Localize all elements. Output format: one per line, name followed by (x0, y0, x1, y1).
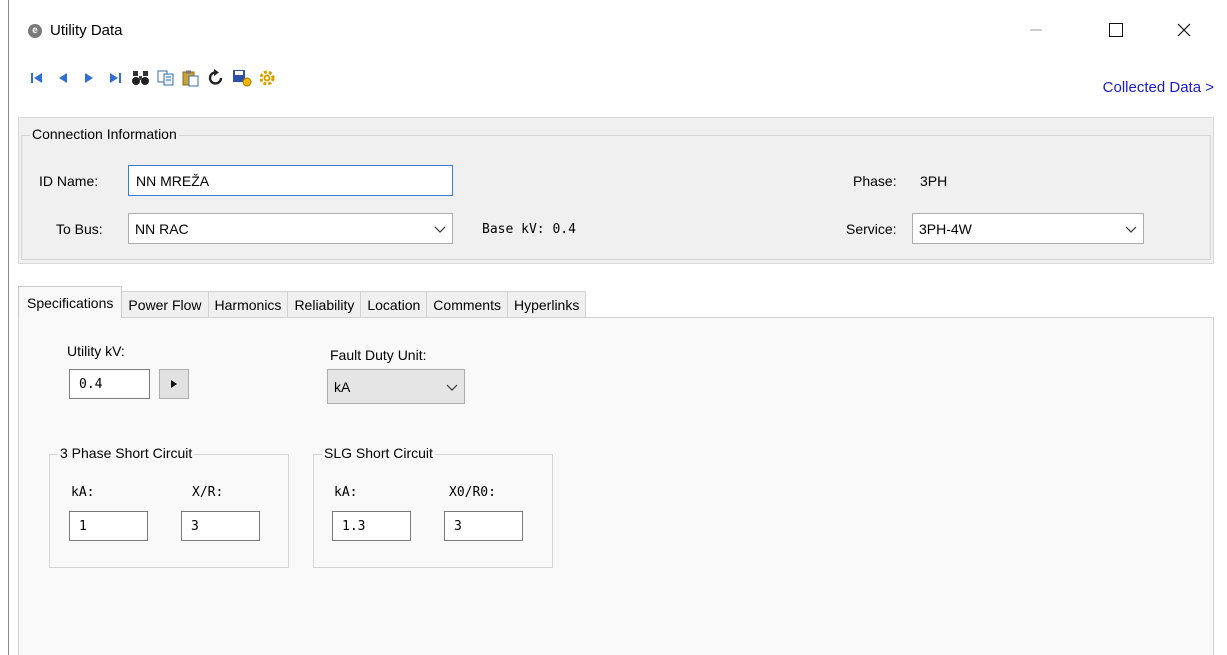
chevron-down-icon (446, 384, 458, 391)
utility-kv-arrow-button[interactable] (159, 369, 189, 399)
slg-x0r0-label: X0/R0: (449, 485, 496, 500)
utility-kv-input[interactable]: 0.4 (69, 369, 150, 399)
tab-harmonics[interactable]: Harmonics (207, 291, 289, 318)
service-label: Service: (846, 221, 897, 237)
tab-reliability[interactable]: Reliability (287, 291, 362, 318)
maximize-icon (1109, 23, 1123, 37)
first-record-button[interactable] (28, 66, 46, 90)
chevron-down-icon (1125, 226, 1137, 233)
connection-legend: Connection Information (30, 126, 179, 142)
tab-comments[interactable]: Comments (426, 291, 508, 318)
phase-value: 3PH (920, 173, 948, 189)
copy-button[interactable] (155, 66, 177, 90)
three-phase-xr-input[interactable]: 3 (181, 511, 260, 541)
paste-button[interactable] (180, 66, 202, 90)
undo-icon (208, 69, 223, 85)
close-icon (1177, 23, 1191, 37)
paste-icon (182, 70, 199, 86)
collected-data-link[interactable]: Collected Data > (1103, 79, 1214, 96)
tab-specifications[interactable]: Specifications (18, 286, 123, 318)
first-record-icon (31, 73, 42, 83)
three-phase-sc-legend: 3 Phase Short Circuit (58, 445, 195, 461)
previous-record-icon (59, 73, 67, 83)
tab-location[interactable]: Location (360, 291, 428, 318)
fault-duty-unit-select[interactable]: kA (327, 369, 465, 404)
tab-hyperlinks[interactable]: Hyperlinks (506, 291, 587, 318)
to-bus-select[interactable]: NN RAC (128, 213, 453, 244)
find-button[interactable] (130, 66, 152, 90)
maximize-button[interactable] (1096, 12, 1136, 48)
previous-record-button[interactable] (54, 66, 72, 90)
minimize-button[interactable] (1016, 12, 1056, 48)
close-button[interactable] (1164, 12, 1204, 48)
undo-button[interactable] (205, 66, 227, 90)
tab-strip: Specifications Power Flow Harmonics Reli… (18, 285, 587, 318)
phase-label: Phase: (853, 173, 897, 189)
slg-x0r0-input[interactable]: 3 (444, 511, 523, 541)
to-bus-label: To Bus: (56, 221, 103, 237)
service-select[interactable]: 3PH-4W (912, 213, 1144, 244)
id-name-input[interactable]: NN MREŽA (128, 165, 453, 196)
last-record-button[interactable] (106, 66, 124, 90)
three-phase-xr-label: X/R: (192, 485, 224, 500)
slg-ka-input[interactable]: 1.3 (332, 511, 411, 541)
binoculars-icon (132, 71, 149, 85)
slg-ka-label: kA: (334, 485, 358, 500)
window-title: Utility Data (50, 22, 123, 39)
to-bus-value: NN RAC (135, 220, 189, 237)
minimize-icon (1030, 29, 1042, 31)
fault-duty-unit-value: kA (334, 378, 351, 395)
three-phase-ka-input[interactable]: 1 (69, 511, 148, 541)
play-arrow-icon (171, 380, 177, 388)
fault-duty-unit-label: Fault Duty Unit: (330, 347, 427, 363)
utility-kv-label: Utility kV: (67, 343, 125, 359)
slg-sc-legend: SLG Short Circuit (322, 445, 435, 461)
save-library-button[interactable] (231, 66, 253, 90)
service-value: 3PH-4W (919, 220, 972, 237)
last-record-icon (110, 73, 121, 83)
app-icon: e (28, 24, 42, 38)
chevron-down-icon (434, 226, 446, 233)
three-phase-ka-label: kA: (71, 485, 95, 500)
copy-icon (157, 70, 174, 86)
settings-gear-icon (259, 70, 275, 86)
tab-power-flow[interactable]: Power Flow (121, 291, 209, 318)
save-library-icon (233, 70, 252, 87)
base-kv-text: Base kV: 0.4 (482, 222, 576, 237)
id-name-label: ID Name: (39, 173, 99, 189)
next-record-button[interactable] (80, 66, 98, 90)
next-record-icon (85, 73, 93, 83)
settings-button[interactable] (256, 66, 278, 90)
window-left-border (8, 0, 9, 655)
